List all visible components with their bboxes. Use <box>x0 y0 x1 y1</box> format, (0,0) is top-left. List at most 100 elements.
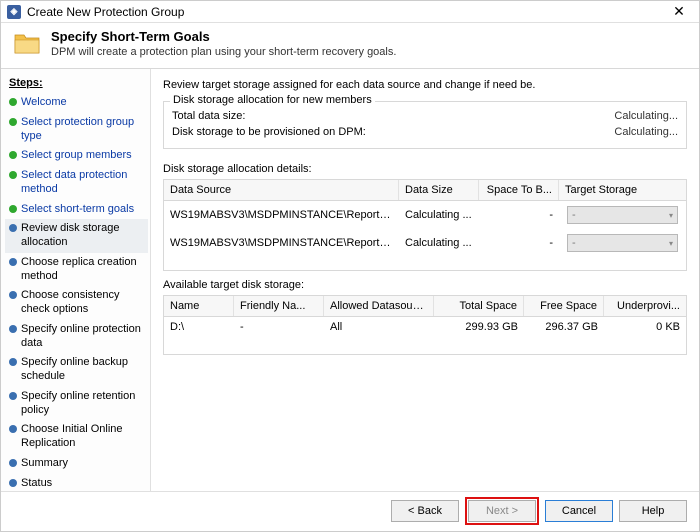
wizard-header: Specify Short-Term Goals DPM will create… <box>1 23 699 69</box>
step-item[interactable]: Select group members <box>5 146 148 166</box>
target-storage-select[interactable]: -▾ <box>567 206 678 224</box>
provisioned-label: Disk storage to be provisioned on DPM: <box>172 126 366 138</box>
title-bar: ◈ Create New Protection Group ✕ <box>1 1 699 23</box>
step-bullet-icon <box>9 479 17 487</box>
folder-icon <box>13 31 41 55</box>
page-title: Specify Short-Term Goals <box>51 29 396 44</box>
step-item: Choose Initial Online Replication <box>5 420 148 454</box>
step-item[interactable]: Select protection group type <box>5 113 148 147</box>
step-label: Select protection group type <box>21 116 144 144</box>
wizard-footer: < Back Next > Cancel Help <box>1 491 699 529</box>
step-bullet-icon <box>9 171 17 179</box>
main-panel: Review target storage assigned for each … <box>151 69 699 491</box>
step-bullet-icon <box>9 98 17 106</box>
step-bullet-icon <box>9 151 17 159</box>
step-item[interactable]: Select short-term goals <box>5 200 148 220</box>
col-total-space[interactable]: Total Space <box>434 296 524 316</box>
step-item: Choose replica creation method <box>5 253 148 287</box>
step-label: Select group members <box>21 149 144 163</box>
table-row[interactable]: WS19MABSV3\MSDPMINSTANCE\ReportServe...C… <box>164 229 686 257</box>
cell-under: 0 KB <box>604 317 686 337</box>
cell-allowed: All <box>324 317 434 337</box>
new-members-group: Disk storage allocation for new members … <box>163 101 687 149</box>
step-bullet-icon <box>9 258 17 266</box>
step-bullet-icon <box>9 358 17 366</box>
chevron-down-icon: ▾ <box>669 239 673 248</box>
table-row[interactable]: WS19MABSV3\MSDPMINSTANCE\ReportServe...C… <box>164 201 686 229</box>
step-bullet-icon <box>9 118 17 126</box>
table-row[interactable]: D:\-All299.93 GB296.37 GB0 KB <box>164 317 686 337</box>
alloc-grid: Data Source Data Size Space To B... Targ… <box>163 179 687 271</box>
step-label: Specify online backup schedule <box>21 356 144 384</box>
cell-target: -▾ <box>559 229 686 257</box>
cell-data-source: WS19MABSV3\MSDPMINSTANCE\ReportServe... <box>164 233 399 253</box>
cell-total: 299.93 GB <box>434 317 524 337</box>
step-item: Specify online backup schedule <box>5 353 148 387</box>
back-button[interactable]: < Back <box>391 500 459 522</box>
col-free-space[interactable]: Free Space <box>524 296 604 316</box>
step-label: Select data protection method <box>21 169 144 197</box>
next-highlight: Next > <box>465 497 539 525</box>
close-button[interactable]: ✕ <box>665 3 693 20</box>
cell-name: D:\ <box>164 317 234 337</box>
total-size-label: Total data size: <box>172 110 245 122</box>
col-data-source[interactable]: Data Source <box>164 180 399 200</box>
avail-label: Available target disk storage: <box>163 279 687 291</box>
alloc-grid-header[interactable]: Data Source Data Size Space To B... Targ… <box>164 180 686 201</box>
step-label: Choose Initial Online Replication <box>21 423 144 451</box>
cell-data-source: WS19MABSV3\MSDPMINSTANCE\ReportServe... <box>164 205 399 225</box>
step-bullet-icon <box>9 291 17 299</box>
step-bullet-icon <box>9 425 17 433</box>
step-bullet-icon <box>9 392 17 400</box>
provisioned-value: Calculating... <box>614 126 678 138</box>
col-space-to-be[interactable]: Space To B... <box>479 180 559 200</box>
col-underprov[interactable]: Underprovi... <box>604 296 686 316</box>
step-label: Select short-term goals <box>21 203 144 217</box>
avail-grid: Name Friendly Na... Allowed Datasourc...… <box>163 295 687 355</box>
alloc-details-label: Disk storage allocation details: <box>163 163 687 175</box>
step-bullet-icon <box>9 325 17 333</box>
instruction-text: Review target storage assigned for each … <box>163 79 687 91</box>
step-label: Choose replica creation method <box>21 256 144 284</box>
step-item[interactable]: Select data protection method <box>5 166 148 200</box>
step-item[interactable]: Welcome <box>5 93 148 113</box>
step-item: Status <box>5 474 148 494</box>
help-button[interactable]: Help <box>619 500 687 522</box>
col-name[interactable]: Name <box>164 296 234 316</box>
window-title: Create New Protection Group <box>27 5 665 19</box>
chevron-down-icon: ▾ <box>669 211 673 220</box>
step-item: Review disk storage allocation <box>5 219 148 253</box>
target-storage-select[interactable]: -▾ <box>567 234 678 252</box>
col-target-storage[interactable]: Target Storage <box>559 180 686 200</box>
app-icon: ◈ <box>7 5 21 19</box>
step-label: Status <box>21 477 144 491</box>
step-bullet-icon <box>9 224 17 232</box>
cell-free: 296.37 GB <box>524 317 604 337</box>
step-item: Specify online protection data <box>5 320 148 354</box>
col-friendly[interactable]: Friendly Na... <box>234 296 324 316</box>
step-label: Specify online retention policy <box>21 390 144 418</box>
step-item: Choose consistency check options <box>5 286 148 320</box>
step-bullet-icon <box>9 205 17 213</box>
steps-sidebar: Steps: Welcome Select protection group ty… <box>1 69 151 491</box>
group-legend: Disk storage allocation for new members <box>170 94 375 106</box>
cell-friendly: - <box>234 317 324 337</box>
step-label: Choose consistency check options <box>21 289 144 317</box>
step-item: Specify online retention policy <box>5 387 148 421</box>
cancel-button[interactable]: Cancel <box>545 500 613 522</box>
col-data-size[interactable]: Data Size <box>399 180 479 200</box>
cell-data-size: Calculating ... <box>399 233 479 253</box>
step-bullet-icon <box>9 459 17 467</box>
step-item: Summary <box>5 454 148 474</box>
steps-heading: Steps: <box>5 75 148 93</box>
avail-grid-header[interactable]: Name Friendly Na... Allowed Datasourc...… <box>164 296 686 317</box>
step-label: Welcome <box>21 96 144 110</box>
total-size-value: Calculating... <box>614 110 678 122</box>
cell-space: - <box>479 205 559 225</box>
step-label: Summary <box>21 457 144 471</box>
cell-target: -▾ <box>559 201 686 229</box>
next-button[interactable]: Next > <box>468 500 536 522</box>
page-subtitle: DPM will create a protection plan using … <box>51 46 396 58</box>
step-label: Specify online protection data <box>21 323 144 351</box>
col-allowed[interactable]: Allowed Datasourc... <box>324 296 434 316</box>
